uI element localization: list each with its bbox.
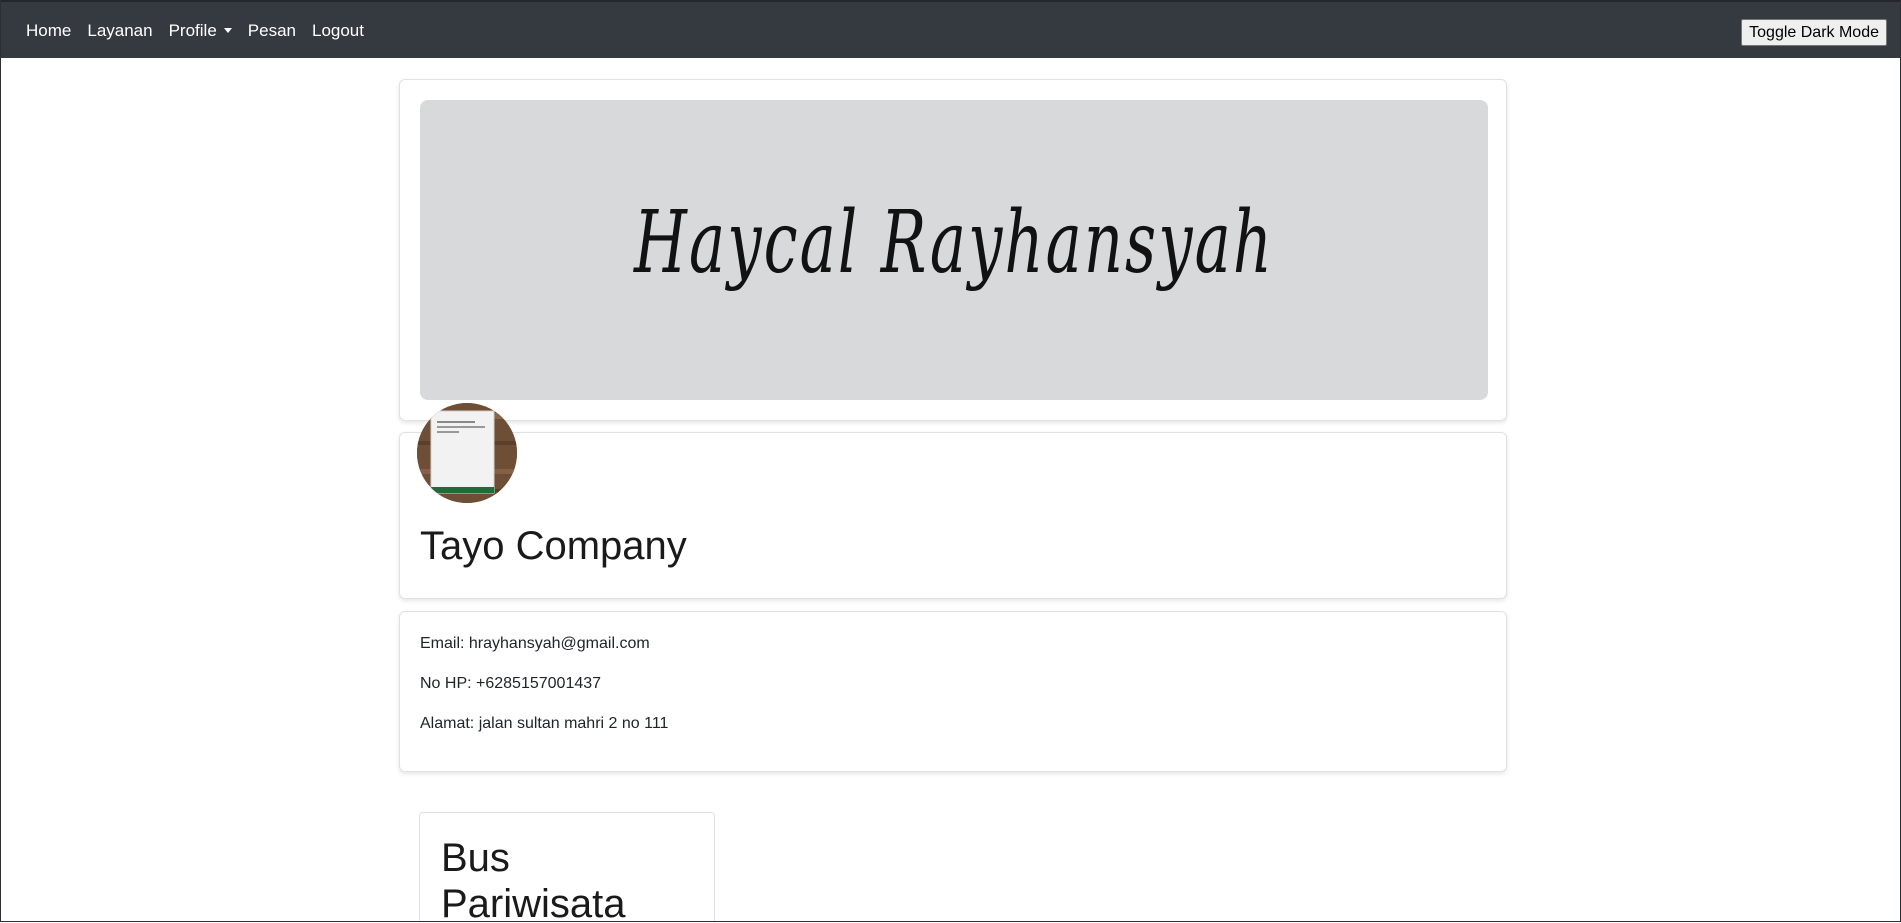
signature-graphic: Haycal Rayhansyah — [633, 193, 1274, 293]
service-card[interactable]: Bus Pariwisata — [419, 812, 715, 922]
signature-text: Haycal Rayhansyah — [633, 193, 1274, 293]
nav-layanan-link[interactable]: Layanan — [79, 21, 160, 41]
avatar-image — [417, 403, 517, 503]
nav-links: Home Layanan Profile Pesan Logout — [18, 2, 372, 60]
nav-pesan-link[interactable]: Pesan — [240, 21, 304, 41]
address-text: Alamat: jalan sultan mahri 2 no 111 — [420, 715, 669, 732]
profile-card: Tayo Company — [399, 403, 1507, 599]
nav-home-link[interactable]: Home — [18, 21, 79, 41]
email-text: Email: hrayhansyah@gmail.com — [420, 635, 650, 652]
nav-logout-link[interactable]: Logout — [304, 21, 372, 41]
nav-profile-dropdown[interactable]: Profile — [161, 21, 240, 41]
caret-down-icon — [223, 28, 232, 33]
browser-viewport: Home Layanan Profile Pesan Logout Toggle… — [0, 0, 1901, 922]
avatar — [417, 403, 517, 503]
contact-info-card: Email: hrayhansyah@gmail.com No HP: +628… — [399, 611, 1507, 772]
navbar: Home Layanan Profile Pesan Logout Toggle… — [1, 0, 1900, 58]
phone-text: No HP: +6285157001437 — [420, 675, 602, 692]
company-name: Tayo Company — [420, 524, 687, 568]
service-title: Bus Pariwisata — [441, 836, 626, 922]
nav-profile-label: Profile — [168, 21, 217, 40]
banner-card: Haycal Rayhansyah — [399, 79, 1507, 421]
banner-image: Haycal Rayhansyah — [420, 100, 1488, 400]
toggle-dark-mode-button[interactable]: Toggle Dark Mode — [1741, 19, 1887, 46]
